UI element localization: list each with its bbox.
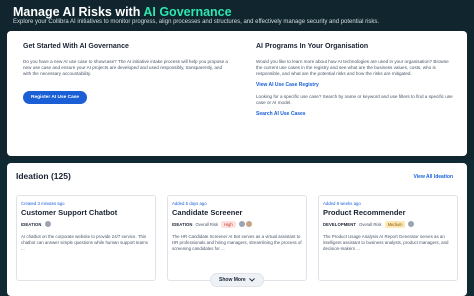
- stage-label: IDEATION: [172, 221, 193, 227]
- title-accent: AI Governance: [143, 5, 232, 19]
- card-meta: DEVELOPMENT Overall Risk Medium: [323, 220, 453, 228]
- get-started-text: Do you have a new AI use case to showcas…: [23, 59, 228, 77]
- user-avatar-icon: [408, 221, 415, 227]
- page-title: Manage AI Risks with AI Governance: [13, 5, 232, 19]
- programs-text: Would you like to learn more about how A…: [256, 59, 449, 77]
- risk-label: Overall Risk: [358, 221, 382, 227]
- user-avatar-icon: [238, 221, 245, 227]
- card-title[interactable]: Customer Support Chatbot: [21, 208, 151, 217]
- ideation-section: Ideation (125) View All Ideation Created…: [7, 163, 467, 296]
- card-title[interactable]: Candidate Screener: [172, 208, 302, 217]
- card-description: The Product Usage Analysis AI Report Gen…: [323, 234, 449, 252]
- use-case-card[interactable]: Added 8 weeks ago Product Recommender DE…: [318, 195, 458, 281]
- card-date: Added 5 days ago: [172, 201, 207, 206]
- stage-label: IDEATION: [21, 221, 42, 227]
- risk-badge: High: [221, 220, 236, 228]
- use-case-card[interactable]: Added 5 days ago Candidate Screener IDEA…: [167, 195, 307, 281]
- card-meta: IDEATION: [21, 220, 151, 228]
- card-meta: IDEATION Overall Risk High: [172, 220, 302, 228]
- risk-label: Overall Risk: [195, 221, 219, 227]
- get-started-column: Get Started With AI Governance Do you ha…: [23, 43, 228, 78]
- programs-column: AI Programs In Your Organisation Would y…: [256, 43, 456, 117]
- user-avatar-icon: [44, 221, 51, 227]
- user-avatar-icon: [245, 221, 252, 227]
- card-description: AI chatbot on the corporate website to p…: [21, 234, 148, 252]
- ideation-title: Ideation (125): [16, 171, 71, 181]
- use-case-card[interactable]: Created 3 minutes ago Customer Support C…: [16, 195, 156, 281]
- card-date: Created 3 minutes ago: [21, 201, 65, 206]
- card-date: Added 8 weeks ago: [323, 201, 361, 206]
- page-subtitle: Explore your Collibra AI initiatives to …: [13, 19, 380, 25]
- show-more-button[interactable]: Show More: [210, 273, 264, 287]
- card-description: The HR Candidate Screener AI Bot serves …: [172, 234, 302, 252]
- intro-panel: Get Started With AI Governance Do you ha…: [7, 31, 467, 156]
- search-text: Looking for a specific use case? Search …: [256, 93, 453, 105]
- risk-badge: Medium: [384, 220, 406, 228]
- view-all-ideation-link[interactable]: View All Ideation: [414, 174, 453, 180]
- programs-heading: AI Programs In Your Organisation: [256, 43, 369, 50]
- stage-label: DEVELOPMENT: [323, 221, 356, 227]
- view-registry-link[interactable]: View AI Use Case Registry: [256, 82, 456, 88]
- title-prefix: Manage AI Risks with: [13, 5, 144, 19]
- card-title[interactable]: Product Recommender: [323, 208, 453, 217]
- get-started-heading: Get Started With AI Governance: [23, 43, 129, 50]
- show-more-label: Show More: [219, 277, 246, 283]
- search-use-cases-link[interactable]: Search AI Use Cases: [256, 111, 456, 117]
- chevron-down-icon: [248, 278, 255, 282]
- hero-banner: Manage AI Risks with AI Governance Explo…: [0, 0, 474, 160]
- register-use-case-button[interactable]: Register AI Use Case: [23, 91, 88, 104]
